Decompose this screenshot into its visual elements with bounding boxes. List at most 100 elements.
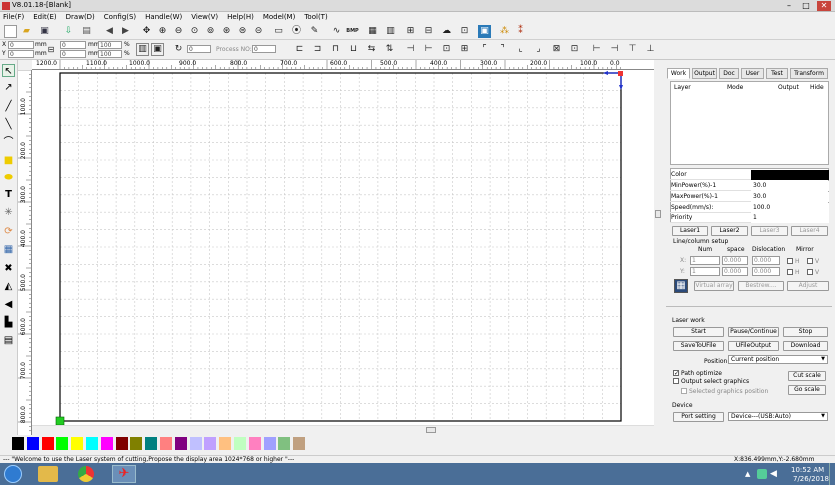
rotate-icon[interactable]: ↻	[172, 43, 185, 56]
pan-icon[interactable]: ✥	[140, 25, 153, 38]
tab-work[interactable]: Work	[667, 68, 690, 79]
laser3-button[interactable]: Laser3	[751, 226, 788, 236]
x-input[interactable]: 0	[8, 41, 34, 49]
show-desktop-button[interactable]	[829, 463, 835, 485]
mirror-icon[interactable]: ▣	[151, 43, 164, 56]
laser-dots-icon[interactable]: ⁂	[498, 25, 511, 38]
y-dislocation-input[interactable]: 0.000	[752, 267, 780, 276]
prop-color-swatch[interactable]	[751, 170, 829, 180]
undo-icon[interactable]: ◀	[103, 25, 116, 38]
corner-tr-icon[interactable]: ⌝	[496, 43, 509, 56]
height-percent-input[interactable]: 100	[98, 50, 122, 58]
tab-transform[interactable]: Transform	[790, 68, 828, 79]
height-input[interactable]: 0	[60, 50, 86, 58]
prop-minpower-value[interactable]: 30.0	[751, 181, 829, 191]
download-button[interactable]: Download	[783, 341, 828, 351]
color-swatch[interactable]	[160, 437, 172, 450]
v-line-bottom-icon[interactable]: ⊥	[644, 43, 657, 56]
ufile-output-button[interactable]: UFileOutput	[728, 341, 779, 351]
x-space-input[interactable]: 0.000	[722, 256, 748, 265]
corner-bl-icon[interactable]: ⌞	[514, 43, 527, 56]
start-button[interactable]: Start	[673, 327, 724, 337]
color-swatch[interactable]	[174, 437, 187, 450]
lock-icon[interactable]: ▥	[136, 43, 149, 56]
h-line-left-icon[interactable]: ⊢	[590, 43, 603, 56]
y-space-input[interactable]: 0.000	[722, 267, 748, 276]
same-height-icon[interactable]: ⊢	[422, 43, 435, 56]
x-mirror-h-checkbox[interactable]	[787, 258, 793, 264]
laser2-button[interactable]: Laser2	[711, 226, 748, 236]
zoom-all-icon[interactable]: ⊜	[236, 25, 249, 38]
menu-handle[interactable]: Handle(W)	[145, 12, 182, 23]
chrome-icon[interactable]	[78, 466, 94, 482]
horizontal-scrollbar[interactable]	[32, 425, 654, 434]
path-optimize-checkbox[interactable]: ✓	[673, 370, 679, 377]
pen-icon[interactable]: ✎	[308, 25, 321, 38]
page-icon[interactable]: ⊡	[568, 43, 581, 56]
car-icon[interactable]: ⊡	[458, 25, 471, 38]
equal-space-icon[interactable]: ⊞	[458, 43, 471, 56]
color-swatch[interactable]	[234, 437, 246, 450]
prop-priority-row[interactable]: Priority 1	[670, 213, 829, 223]
prop-priority-value[interactable]: 1	[751, 213, 829, 223]
color-swatch[interactable]	[100, 437, 113, 450]
y-input[interactable]: 0	[8, 50, 34, 58]
x-num-input[interactable]: 1	[690, 256, 720, 265]
color-swatch[interactable]	[189, 437, 202, 450]
menu-model[interactable]: Model(M)	[263, 12, 296, 23]
color-swatch[interactable]	[12, 437, 24, 450]
lock-ratio-icon[interactable]: ⊟	[46, 42, 56, 56]
width-percent-input[interactable]: 100	[98, 41, 122, 49]
text-tool-icon[interactable]: T	[2, 188, 15, 201]
grid-icon[interactable]: ▥	[384, 25, 397, 38]
corner-br-icon[interactable]: ⌟	[532, 43, 545, 56]
rectangle-tool-icon[interactable]: ▭	[272, 25, 285, 38]
cut-scale-button[interactable]: Cut scale	[788, 371, 826, 381]
menu-config[interactable]: Config(S)	[104, 12, 136, 23]
color-swatch[interactable]	[26, 437, 39, 450]
prop-maxpower-row[interactable]: MaxPower(%)-1 30.0	[670, 192, 829, 202]
distribute-icon[interactable]: ⊟	[422, 25, 435, 38]
tray-arrow-icon[interactable]: ▲	[745, 470, 753, 478]
vertical-scrollbar[interactable]	[654, 60, 662, 435]
menu-edit[interactable]: Edit(E)	[33, 12, 56, 23]
position-select[interactable]: Current position ▼	[728, 355, 828, 364]
delete-tool-icon[interactable]: ✖	[2, 262, 15, 275]
zoom-window-icon[interactable]: ⊝	[252, 25, 265, 38]
center-v-icon[interactable]: ⇆	[365, 43, 378, 56]
laser-app-icon[interactable]: ✈	[112, 465, 136, 483]
new-file-icon[interactable]	[4, 25, 17, 38]
menu-help[interactable]: Help(H)	[227, 12, 254, 23]
grid-tool-icon[interactable]: ▦	[2, 243, 15, 256]
go-scale-button[interactable]: Go scale	[788, 385, 826, 395]
color-swatch[interactable]	[248, 437, 261, 450]
zoom-out-icon[interactable]: ⊖	[172, 25, 185, 38]
color-swatch[interactable]	[293, 437, 306, 450]
h-scroll-thumb[interactable]	[426, 427, 436, 433]
ellipse-tool-icon[interactable]: ⬬	[2, 171, 15, 184]
line-tool-icon[interactable]: ╱	[2, 100, 15, 113]
settings-dots-icon[interactable]: ⁑	[514, 25, 527, 38]
save-icon[interactable]: ▣	[38, 25, 51, 38]
layer-table[interactable]: Layer Mode Output Hide	[670, 81, 829, 165]
star-tool-icon[interactable]: ✳	[2, 206, 15, 219]
menu-draw[interactable]: Draw(D)	[66, 12, 95, 23]
frame-icon[interactable]: ▦	[366, 25, 379, 38]
menu-file[interactable]: File(F)	[3, 12, 24, 23]
redo-icon[interactable]: ▶	[119, 25, 132, 38]
cloud-icon[interactable]: ☁	[440, 25, 453, 38]
output-select-checkbox[interactable]	[673, 378, 679, 384]
center-h-icon[interactable]: ⇅	[383, 43, 396, 56]
width-input[interactable]: 0	[60, 41, 86, 49]
curve-icon[interactable]: ∿	[330, 25, 343, 38]
virtual-array-button[interactable]: Virtual array	[694, 281, 734, 291]
color-swatch[interactable]	[41, 437, 54, 450]
menu-tool[interactable]: Tool(T)	[304, 12, 327, 23]
prop-maxpower-value[interactable]: 30.0	[751, 192, 829, 202]
drawing-canvas[interactable]	[32, 70, 654, 425]
color-swatch[interactable]	[278, 437, 291, 450]
tray-app-icon[interactable]	[757, 469, 767, 479]
arrow-left-tool-icon[interactable]: ◀	[2, 298, 15, 311]
select-arrow-icon[interactable]: ↖	[2, 64, 15, 77]
align-top-icon[interactable]: ⊓	[329, 43, 342, 56]
